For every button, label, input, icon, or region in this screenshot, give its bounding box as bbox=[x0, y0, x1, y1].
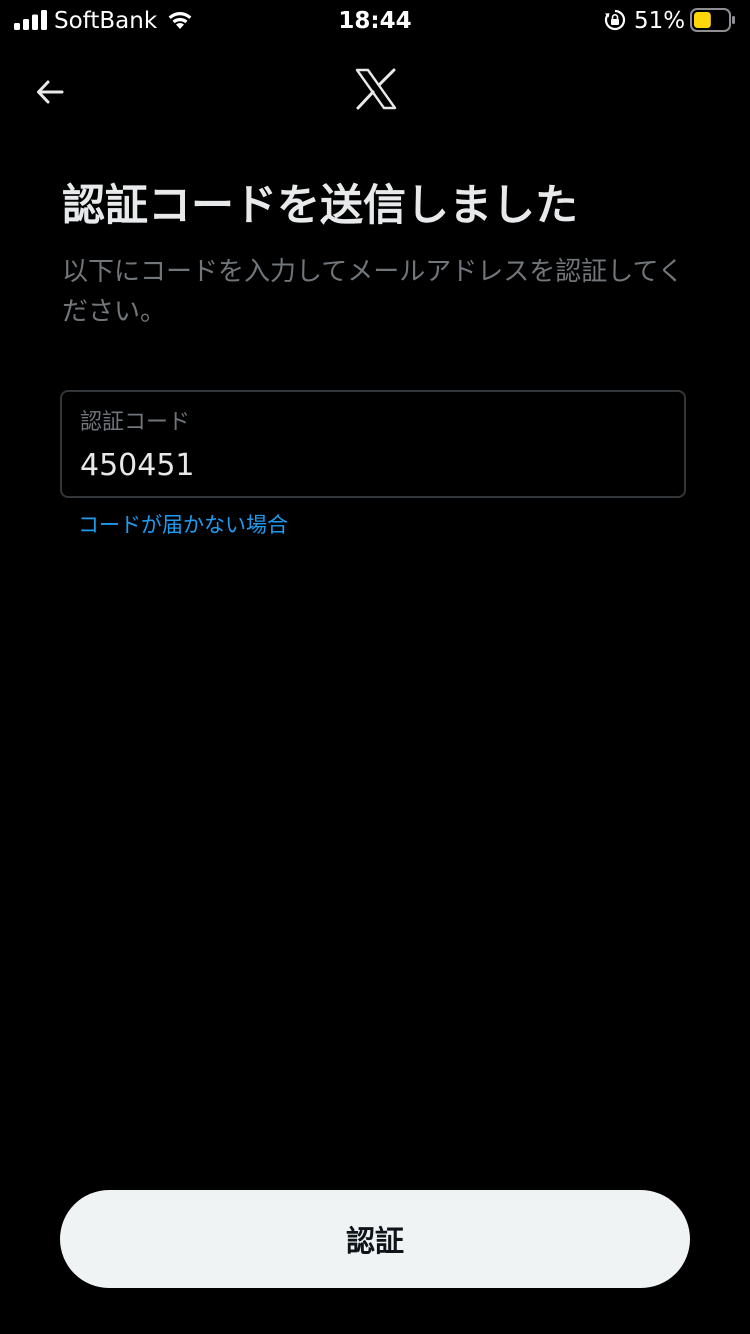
arrow-left-icon bbox=[37, 80, 64, 104]
orientation-lock-icon bbox=[604, 9, 626, 31]
verification-code-label: 認証コード bbox=[80, 410, 191, 435]
status-bar: SoftBank 18:44 51% bbox=[0, 0, 750, 40]
x-logo-icon bbox=[355, 68, 397, 110]
verification-code-field[interactable]: 認証コード bbox=[60, 390, 686, 498]
code-not-received-link[interactable]: コードが届かない場合 bbox=[78, 510, 288, 540]
verification-code-input[interactable] bbox=[78, 444, 662, 486]
page-subtitle: 以下にコードを入力してメールアドレスを認証してください。 bbox=[62, 257, 684, 327]
page-title: 認証コードを送信しました bbox=[62, 181, 578, 231]
verify-button[interactable]: 認証 bbox=[60, 1190, 690, 1288]
battery-icon bbox=[690, 8, 735, 32]
battery-percentage: 51% bbox=[634, 8, 686, 34]
back-button[interactable] bbox=[24, 66, 76, 118]
